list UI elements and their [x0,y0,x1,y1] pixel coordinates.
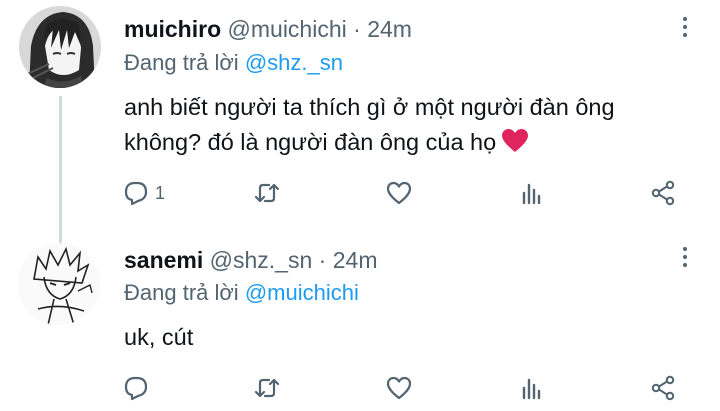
reply-count: 1 [155,182,166,203]
red-heart-emoji-icon [502,128,529,163]
replying-to-label: Đang trả lời [124,50,239,75]
like-icon [386,181,412,205]
tweet-muichiro[interactable]: muichiro @muichichi · 24m Đang trả lời @… [0,0,720,244]
avatar[interactable] [18,243,100,325]
replying-to-label: Đang trả lời [124,280,239,305]
share-icon [651,375,675,401]
user-handle[interactable]: @muichichi [228,16,347,42]
separator-dot: · [318,247,327,273]
retweet-icon [254,183,280,203]
view-stats-button[interactable] [518,373,544,403]
more-options-icon[interactable] [675,15,695,41]
share-icon [651,180,675,206]
tweet-text-line: không? đó là người đàn ông của họ [124,129,497,155]
avatar-illustration [18,243,100,325]
retweet-button[interactable] [254,373,280,403]
separator-dot: · [353,16,361,42]
action-bar [0,373,720,403]
thread-line [59,96,62,244]
more-options-icon[interactable] [675,245,695,271]
share-button[interactable] [650,178,676,208]
tweet-header: sanemi @shz._sn · 24m [124,247,377,274]
like-icon [386,376,412,400]
display-name[interactable]: muichiro [124,16,221,42]
stats-icon [522,183,541,205]
like-button[interactable] [386,178,412,208]
reply-icon [124,376,148,401]
user-handle[interactable]: @shz._sn [210,247,313,273]
avatar[interactable] [19,6,101,88]
tweet-text-line: anh biết người ta thích gì ở một người đ… [124,94,615,120]
display-name[interactable]: sanemi [124,247,203,273]
reply-button[interactable]: 1 [123,178,165,208]
action-bar: 1 [0,178,720,208]
like-button[interactable] [386,373,412,403]
retweet-icon [254,378,280,398]
share-button[interactable] [650,373,676,403]
tweet-sanemi[interactable]: sanemi @shz._sn · 24m Đang trả lời @muic… [0,228,720,411]
view-stats-button[interactable] [518,178,544,208]
timestamp[interactable]: 24m [367,16,412,42]
retweet-button[interactable] [254,178,280,208]
replying-to-line: Đang trả lời @muichichi [124,280,359,306]
timestamp[interactable]: 24m [333,247,378,273]
replying-to-mention[interactable]: @shz._sn [245,50,343,75]
avatar-illustration [19,6,101,88]
stats-icon [522,378,541,400]
reply-icon [124,181,148,206]
tweet-text-line: uk, cút [124,324,194,350]
tweet-text: anh biết người ta thích gì ở một người đ… [124,90,684,163]
reply-button[interactable] [123,373,155,403]
replying-to-line: Đang trả lời @shz._sn [124,50,343,76]
tweet-header: muichiro @muichichi · 24m [124,16,412,43]
tweet-text: uk, cút [124,320,684,355]
replying-to-mention[interactable]: @muichichi [245,280,359,305]
